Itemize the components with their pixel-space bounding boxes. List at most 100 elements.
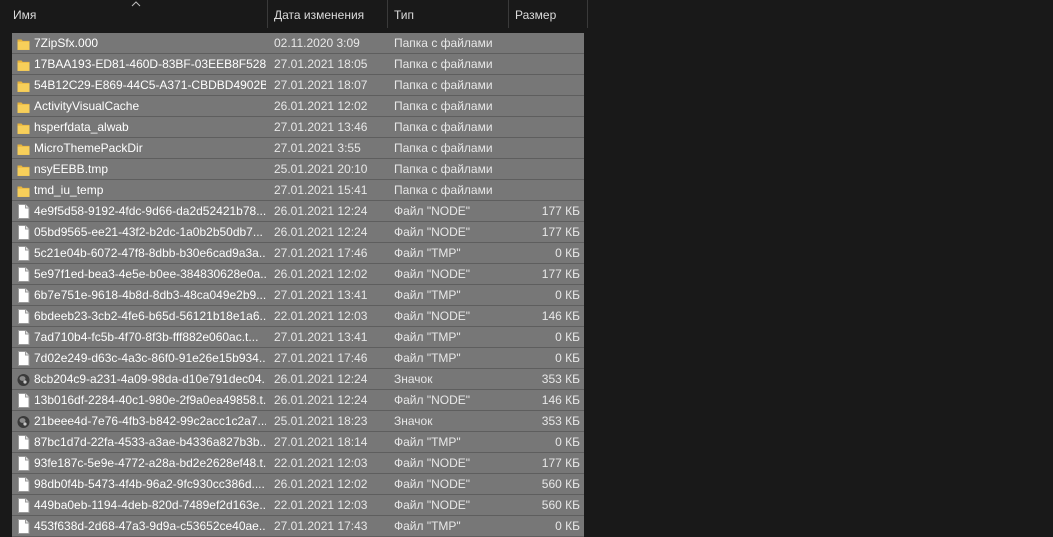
folder-icon xyxy=(17,99,30,114)
ico-file-icon xyxy=(17,372,30,387)
file-row[interactable]: 87bc1d7d-22fa-4533-a3ae-b4336a827b3b... 2… xyxy=(12,432,584,453)
file-name: 7ad710b4-fc5b-4f70-8f3b-fff882e060ac.t..… xyxy=(34,330,259,344)
file-date: 26.01.2021 12:02 xyxy=(274,267,368,281)
file-type: Файл "NODE" xyxy=(394,456,471,470)
column-header-date[interactable]: Дата изменения xyxy=(268,0,388,28)
file-row[interactable]: ActivityVisualCache 26.01.2021 12:02 Папка… xyxy=(12,96,584,117)
file-row[interactable]: 4e9f5d58-9192-4fdc-9d66-da2d52421b78....… xyxy=(12,201,584,222)
file-type: Файл "NODE" xyxy=(394,204,471,218)
file-date: 26.01.2021 12:02 xyxy=(274,477,368,491)
file-size: 177 КБ xyxy=(541,225,580,239)
file-type: Значок xyxy=(394,414,433,428)
file-date: 26.01.2021 12:02 xyxy=(274,99,368,113)
file-name: 5e97f1ed-bea3-4e5e-b0ee-384830628e0a.... xyxy=(34,267,266,281)
file-row[interactable]: 6bdeeb23-3cb2-4fe6-b65d-56121b18e1a6....… xyxy=(12,306,584,327)
file-type: Файл "NODE" xyxy=(394,393,471,407)
file-row[interactable]: 453f638d-2d68-47a3-9d9a-c53652ce40ae....… xyxy=(12,516,584,537)
file-icon xyxy=(17,267,30,282)
file-date: 27.01.2021 13:41 xyxy=(274,330,368,344)
file-row[interactable]: 5e97f1ed-bea3-4e5e-b0ee-384830628e0a....… xyxy=(12,264,584,285)
file-size xyxy=(502,54,580,74)
file-date: 22.01.2021 12:03 xyxy=(274,456,368,470)
file-size: 0 КБ xyxy=(555,519,580,533)
file-row[interactable]: nsyEEBB.tmp 25.01.2021 20:10 Папка с файла… xyxy=(12,159,584,180)
file-name: 8cb204c9-a231-4a09-98da-d10e791dec04... xyxy=(34,372,266,386)
file-icon xyxy=(17,330,30,345)
file-type: Файл "NODE" xyxy=(394,498,471,512)
file-row[interactable]: 6b7e751e-9618-4b8d-8db3-48ca049e2b9... 27… xyxy=(12,285,584,306)
file-date: 27.01.2021 18:05 xyxy=(274,57,368,71)
file-row[interactable]: 7ad710b4-fc5b-4f70-8f3b-fff882e060ac.t..… xyxy=(12,327,584,348)
file-date: 25.01.2021 20:10 xyxy=(274,162,368,176)
file-icon xyxy=(17,456,30,471)
file-date: 26.01.2021 12:24 xyxy=(274,372,368,386)
file-type: Файл "TMP" xyxy=(394,288,461,302)
folder-icon xyxy=(17,141,30,156)
folder-icon xyxy=(17,78,30,93)
file-size: 0 КБ xyxy=(555,330,580,344)
file-size xyxy=(502,75,580,95)
folder-icon xyxy=(17,36,30,51)
file-icon xyxy=(17,204,30,219)
file-name: 4e9f5d58-9192-4fdc-9d66-da2d52421b78.... xyxy=(34,204,266,218)
file-row[interactable]: 21beee4d-7e76-4fb3-b842-99c2acc1c2a7....… xyxy=(12,411,584,432)
file-date: 22.01.2021 12:03 xyxy=(274,498,368,512)
file-size: 0 КБ xyxy=(555,288,580,302)
file-row[interactable]: 8cb204c9-a231-4a09-98da-d10e791dec04... 2… xyxy=(12,369,584,390)
file-type: Папка с файлами xyxy=(394,162,493,176)
file-row[interactable]: 17BAA193-ED81-460D-83BF-03EEB8F5287D 27.0… xyxy=(12,54,584,75)
file-row[interactable]: 54B12C29-E869-44C5-A371-CBDBD4902B... 27.… xyxy=(12,75,584,96)
file-type: Папка с файлами xyxy=(394,78,493,92)
column-header-size[interactable]: Размер xyxy=(509,0,588,28)
file-size xyxy=(502,180,580,200)
file-row[interactable]: 7d02e249-d63c-4a3c-86f0-91e26e15b934....… xyxy=(12,348,584,369)
file-date: 26.01.2021 12:24 xyxy=(274,393,368,407)
file-row[interactable]: 7ZipSfx.000 02.11.2020 3:09 Папка с файлам… xyxy=(12,33,584,54)
file-size: 353 КБ xyxy=(541,372,580,386)
file-type: Файл "TMP" xyxy=(394,330,461,344)
file-name: 6b7e751e-9618-4b8d-8db3-48ca049e2b9... xyxy=(34,288,266,302)
file-name: MicroThemePackDir xyxy=(34,141,143,155)
file-icon xyxy=(17,519,30,534)
file-type: Файл "NODE" xyxy=(394,225,471,239)
file-row[interactable]: 93fe187c-5e9e-4772-a28a-bd2e2628ef48.t..… xyxy=(12,453,584,474)
file-date: 27.01.2021 3:55 xyxy=(274,141,361,155)
file-row[interactable]: MicroThemePackDir 27.01.2021 3:55 Папка с … xyxy=(12,138,584,159)
file-date: 26.01.2021 12:24 xyxy=(274,225,368,239)
file-row[interactable]: 5c21e04b-6072-47f8-8dbb-b30e6cad9a3a... 2… xyxy=(12,243,584,264)
file-date: 27.01.2021 17:43 xyxy=(274,519,368,533)
file-name: 453f638d-2d68-47a3-9d9a-c53652ce40ae.... xyxy=(34,519,266,533)
file-row[interactable]: 05bd9565-ee21-43f2-b2dc-1a0b2b50db7... 26… xyxy=(12,222,584,243)
file-date: 22.01.2021 12:03 xyxy=(274,309,368,323)
file-icon xyxy=(17,351,30,366)
file-size xyxy=(502,159,580,179)
file-date: 02.11.2020 3:09 xyxy=(274,36,360,50)
file-row[interactable]: 13b016df-2284-40c1-980e-2f9a0ea49858.t..… xyxy=(12,390,584,411)
file-type: Папка с файлами xyxy=(394,36,493,50)
file-name: 98db0f4b-5473-4f4b-96a2-9fc930cc386d.... xyxy=(34,477,265,491)
file-type: Файл "NODE" xyxy=(394,267,471,281)
file-size: 560 КБ xyxy=(541,498,580,512)
column-header-bar: Имя Дата изменения Тип Размер xyxy=(0,0,1053,28)
file-name: 54B12C29-E869-44C5-A371-CBDBD4902B... xyxy=(34,78,266,92)
file-name: 13b016df-2284-40c1-980e-2f9a0ea49858.t..… xyxy=(34,393,266,407)
file-size: 0 КБ xyxy=(555,435,580,449)
file-icon xyxy=(17,225,30,240)
file-date: 27.01.2021 17:46 xyxy=(274,246,368,260)
folder-icon xyxy=(17,183,30,198)
file-row[interactable]: hsperfdata_alwab 27.01.2021 13:46 Папка с … xyxy=(12,117,584,138)
file-row[interactable]: tmd_iu_temp 27.01.2021 15:41 Папка с файла… xyxy=(12,180,584,201)
file-type: Файл "TMP" xyxy=(394,435,461,449)
file-icon xyxy=(17,393,30,408)
file-icon xyxy=(17,288,30,303)
file-row[interactable]: 449ba0eb-1194-4deb-820d-7489ef2d163e....… xyxy=(12,495,584,516)
file-type: Папка с файлами xyxy=(394,141,493,155)
column-header-type[interactable]: Тип xyxy=(388,0,509,28)
file-name: ActivityVisualCache xyxy=(34,99,140,113)
file-date: 27.01.2021 15:41 xyxy=(274,183,368,197)
column-header-name[interactable]: Имя xyxy=(7,0,268,28)
file-type: Папка с файлами xyxy=(394,99,493,113)
file-row[interactable]: 98db0f4b-5473-4f4b-96a2-9fc930cc386d....… xyxy=(12,474,584,495)
file-date: 27.01.2021 13:46 xyxy=(274,120,368,134)
file-size: 0 КБ xyxy=(555,351,580,365)
